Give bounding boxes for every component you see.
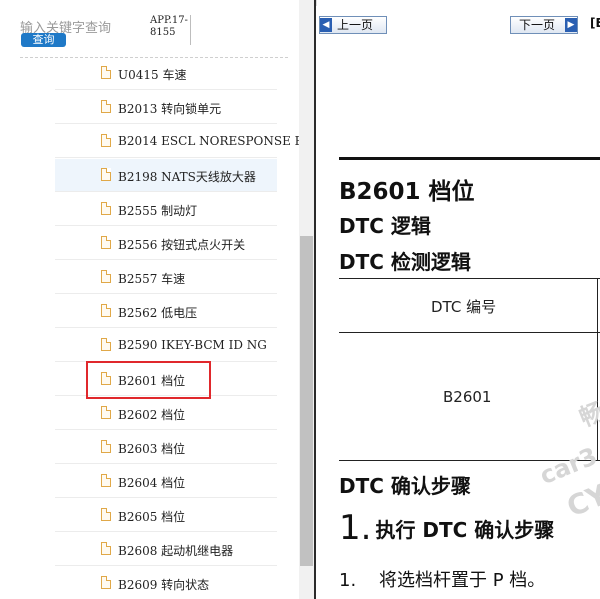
tree-item[interactable]: B2014 ESCL NORESPONSE FAI: [55, 125, 315, 158]
section-heading-dtc-detect-logic: DTC 检测逻辑: [339, 250, 471, 274]
page-title: B2601 档位: [339, 179, 475, 205]
document-icon: [101, 134, 111, 147]
tree-item[interactable]: B2604 档位: [55, 465, 277, 498]
title-rule: [339, 157, 600, 160]
document-icon: [101, 270, 111, 283]
next-page-button[interactable]: 下一页 ▶: [510, 16, 578, 34]
tree-item-label: B2590 IKEY-BCM ID NG: [118, 338, 267, 352]
table-column-header: DTC 编号: [431, 298, 497, 316]
document-icon: [101, 542, 111, 555]
document-pane: ◀ 上一页 下一页 ▶ [E B2601 档位 DTC 逻辑 DTC 检测逻辑 …: [317, 0, 600, 599]
table-cell-dtc-number: B2601: [443, 388, 492, 406]
tree-item-label: B2604 档位: [118, 476, 186, 490]
tree-item[interactable]: B2608 起动机继电器: [55, 533, 277, 566]
scrollbar-thumb[interactable]: [300, 236, 313, 566]
tree-item[interactable]: B2602 档位: [55, 397, 277, 430]
document-icon: [101, 406, 111, 419]
document-icon: [101, 440, 111, 453]
tree-item[interactable]: B2603 档位: [55, 431, 277, 464]
tree-item-label: B2605 档位: [118, 510, 186, 524]
document-icon: [101, 474, 111, 487]
tree-item-label: B2014 ESCL NORESPONSE FAI: [118, 134, 316, 148]
table-border-vertical: [597, 278, 598, 460]
document-icon: [101, 338, 111, 351]
tree-item[interactable]: B2590 IKEY-BCM ID NG: [55, 329, 277, 362]
table-border-top: [339, 278, 600, 279]
page-nav-toolbar: ◀ 上一页 下一页 ▶ [E: [317, 6, 600, 46]
tree-item-label: U0415 车速: [118, 68, 187, 82]
tree-item[interactable]: B2556 按钮式点火开关: [55, 227, 277, 260]
step-item-text: 将选档杆置于 P 档。: [379, 570, 546, 591]
tree-item[interactable]: U0415 车速: [55, 57, 277, 90]
tree-item-label: B2601 档位: [118, 374, 186, 388]
arrow-left-icon: ◀: [320, 18, 332, 32]
section-heading-dtc-confirm: DTC 确认步骤: [339, 474, 471, 498]
tree-item-selected[interactable]: B2601 档位: [55, 363, 277, 396]
tree-item-label: B2013 转向锁单元: [118, 102, 222, 116]
document-icon: [101, 304, 111, 317]
document-icon: [101, 576, 111, 589]
section-heading-dtc-logic: DTC 逻辑: [339, 214, 431, 238]
pane-divider[interactable]: [314, 0, 316, 599]
tree-item-label: B2198 NATS天线放大器: [118, 170, 256, 184]
tree-item-label: B2557 车速: [118, 272, 186, 286]
table-border-mid: [339, 332, 600, 333]
toolbar-bracket-text: [E: [590, 16, 600, 30]
tree-item[interactable]: B2609 转向状态: [55, 567, 277, 599]
document-icon: [101, 100, 111, 113]
step-number: 1.: [339, 508, 372, 548]
tree-item-label: B2556 按钮式点火开关: [118, 238, 246, 252]
search-button[interactable]: 查询: [21, 33, 66, 47]
tree-item[interactable]: B2562 低电压: [55, 295, 277, 328]
document-icon: [101, 202, 111, 215]
tree-item-label: B2609 转向状态: [118, 578, 210, 592]
tree-item-label: B2602 档位: [118, 408, 186, 422]
watermark-text: 畅: [575, 397, 600, 433]
tree-item-hovered[interactable]: B2198 NATS天线放大器: [55, 159, 277, 192]
step-title: 执行 DTC 确认步骤: [375, 517, 555, 542]
tree-item[interactable]: B2557 车速: [55, 261, 277, 294]
tree-item-label: B2555 制动灯: [118, 204, 198, 218]
tree-item[interactable]: B2555 制动灯: [55, 193, 277, 226]
tree-item-label: B2562 低电压: [118, 306, 198, 320]
document-icon: [101, 66, 111, 79]
left-nav-pane: 输入关键字查询 查询 APP.17-8155 U0415 车速 B2013 转向…: [0, 0, 316, 599]
step-item-number: 1.: [339, 570, 357, 591]
tree-item-label: B2608 起动机继电器: [118, 544, 234, 558]
prev-page-button[interactable]: ◀ 上一页: [319, 16, 387, 34]
watermark-text: CY: [562, 477, 600, 524]
tree-item-label: B2603 档位: [118, 442, 186, 456]
document-icon: [101, 236, 111, 249]
document-icon: [101, 372, 111, 385]
document-icon: [101, 508, 111, 521]
tree-item[interactable]: B2605 档位: [55, 499, 277, 532]
step-list-item: 1. 将选档杆置于 P 档。: [339, 566, 545, 592]
tree-item[interactable]: B2013 转向锁单元: [55, 91, 277, 124]
arrow-right-icon: ▶: [565, 18, 577, 32]
document-icon: [101, 168, 111, 181]
prev-page-label: 上一页: [337, 18, 374, 32]
app-code-label: APP.17-8155: [150, 15, 191, 45]
next-page-label: 下一页: [519, 18, 556, 32]
step-heading: 1. 执行 DTC 确认步骤: [339, 508, 554, 548]
